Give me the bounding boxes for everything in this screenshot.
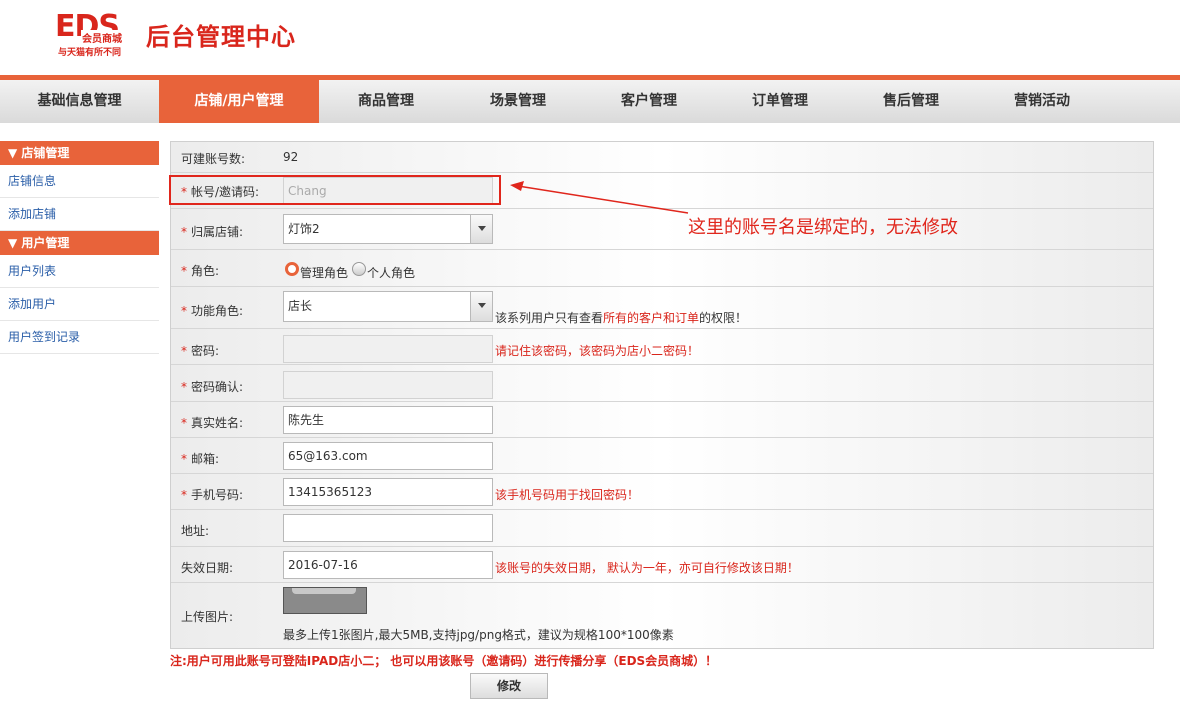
required-mark: * [181,416,187,430]
radio-personal-role[interactable] [352,262,366,276]
radio-admin-role-label: 管理角色 [300,266,349,280]
phone-hint: 该手机号码用于找回密码！ [495,488,640,502]
logo-tagline: 与天猫有所不同 [58,48,122,58]
upload-label: 上传图片: [181,610,234,624]
password-label: 密码: [191,344,220,358]
chevron-down-icon[interactable] [470,292,492,321]
row-address: 地址: [171,510,1153,547]
nav-tab-customer[interactable]: 客户管理 [585,80,713,123]
account-highlight-box [169,175,501,205]
sidebar-item-user-list[interactable]: 用户列表 [0,255,159,288]
row-role: * 角色: 管理角色 个人角色 [171,250,1153,287]
password-hint: 请记住该密码，该密码为店小二密码！ [495,344,700,358]
row-expire-date: 失效日期: 2016-07-16 该账号的失效日期， 默认为一年，亦可自行修改该… [171,547,1153,583]
sidebar-item-add-user[interactable]: 添加用户 [0,288,159,321]
store-select[interactable]: 灯饰2 [283,214,493,244]
logo-subtext: 会员商城 [81,30,123,45]
real-name-input[interactable]: 陈先生 [283,406,493,434]
row-password-confirm: * 密码确认: [171,365,1153,402]
store-select-value: 灯饰2 [288,222,320,236]
real-name-label: 真实姓名: [191,416,244,430]
sidebar-item-checkin-log[interactable]: 用户签到记录 [0,321,159,354]
row-real-name: * 真实姓名: 陈先生 [171,402,1153,438]
password-input[interactable] [283,335,493,363]
required-mark: * [181,380,187,394]
row-upload: 上传图片: 最多上传1张图片,最大5MB,支持jpg/png格式，建议为规格10… [171,583,1153,648]
required-mark: * [181,304,187,318]
email-input[interactable]: 65@163.com [283,442,493,470]
system-title: 后台管理中心 [146,23,296,51]
role-label: 角色: [191,264,220,278]
row-phone: * 手机号码: 13415365123 该手机号码用于找回密码！ [171,474,1153,510]
required-mark: * [181,452,187,466]
radio-admin-role[interactable] [285,262,299,276]
function-role-select[interactable]: 店长 [283,291,493,322]
account-count-value: 92 [283,150,299,164]
function-role-hint: 该系列用户只有查看所有的客户和订单的权限！ [495,311,748,325]
nav-tab-goods[interactable]: 商品管理 [322,80,450,123]
modify-button[interactable]: 修改 [470,673,548,699]
required-mark: * [181,225,187,239]
nav-tab-marketing[interactable]: 营销活动 [978,80,1106,123]
function-role-label: 功能角色: [191,304,244,318]
sidebar-section-store[interactable]: ▼ 店铺管理 [0,141,159,165]
chevron-down-icon[interactable] [470,215,492,243]
eds-logo: EDS 会员商城 与天猫有所不同 [55,10,139,58]
sidebar-section-user[interactable]: ▼ 用户管理 [0,231,159,255]
header: EDS 会员商城 与天猫有所不同 后台管理中心 [0,0,1180,75]
annotation-callout: 这里的账号名是绑定的，无法修改 [688,217,958,238]
password-confirm-input[interactable] [283,371,493,399]
row-password: * 密码: 请记住该密码，该密码为店小二密码！ [171,329,1153,365]
usage-note: 注:用户可用此账号可登陆IPAD店小二； 也可以用该账号（邀请码）进行传播分享（… [170,654,718,668]
expire-date-label: 失效日期: [181,561,234,575]
sidebar: ▼ 店铺管理 店铺信息 添加店铺 ▼ 用户管理 用户列表 添加用户 用户签到记录 [0,141,159,354]
store-label: 归属店铺: [191,225,244,239]
email-label: 邮箱: [191,452,220,466]
phone-label: 手机号码: [191,488,244,502]
required-mark: * [181,344,187,358]
row-function-role: * 功能角色: 店长 该系列用户只有查看所有的客户和订单的权限！ [171,287,1153,329]
row-email: * 邮箱: 65@163.com [171,438,1153,474]
upload-hint: 最多上传1张图片,最大5MB,支持jpg/png格式，建议为规格100*100像… [283,628,674,642]
account-count-label: 可建账号数: [181,152,246,166]
nav-tab-basic-info[interactable]: 基础信息管理 [0,80,159,123]
nav-tab-orders[interactable]: 订单管理 [716,80,844,123]
nav-tab-store-user[interactable]: 店铺/用户管理 [159,80,319,123]
expire-date-hint: 该账号的失效日期， 默认为一年，亦可自行修改该日期！ [495,561,799,575]
nav-tab-scene[interactable]: 场景管理 [454,80,582,123]
function-role-select-value: 店长 [288,299,313,313]
required-mark: * [181,488,187,502]
sidebar-item-store-info[interactable]: 店铺信息 [0,165,159,198]
callout-arrow-icon [510,181,689,214]
row-account-count: 可建账号数: 92 [171,142,1153,173]
password-confirm-label: 密码确认: [191,380,244,394]
sidebar-item-add-store[interactable]: 添加店铺 [0,198,159,231]
radio-personal-role-label: 个人角色 [367,266,416,280]
address-label: 地址: [181,524,210,538]
required-mark: * [181,264,187,278]
upload-button[interactable] [283,587,367,614]
nav-tab-after-sales[interactable]: 售后管理 [847,80,975,123]
address-input[interactable] [283,514,493,542]
main-nav: 基础信息管理 店铺/用户管理 商品管理 场景管理 客户管理 订单管理 售后管理 … [0,80,1180,123]
phone-input[interactable]: 13415365123 [283,478,493,506]
expire-date-input[interactable]: 2016-07-16 [283,551,493,579]
